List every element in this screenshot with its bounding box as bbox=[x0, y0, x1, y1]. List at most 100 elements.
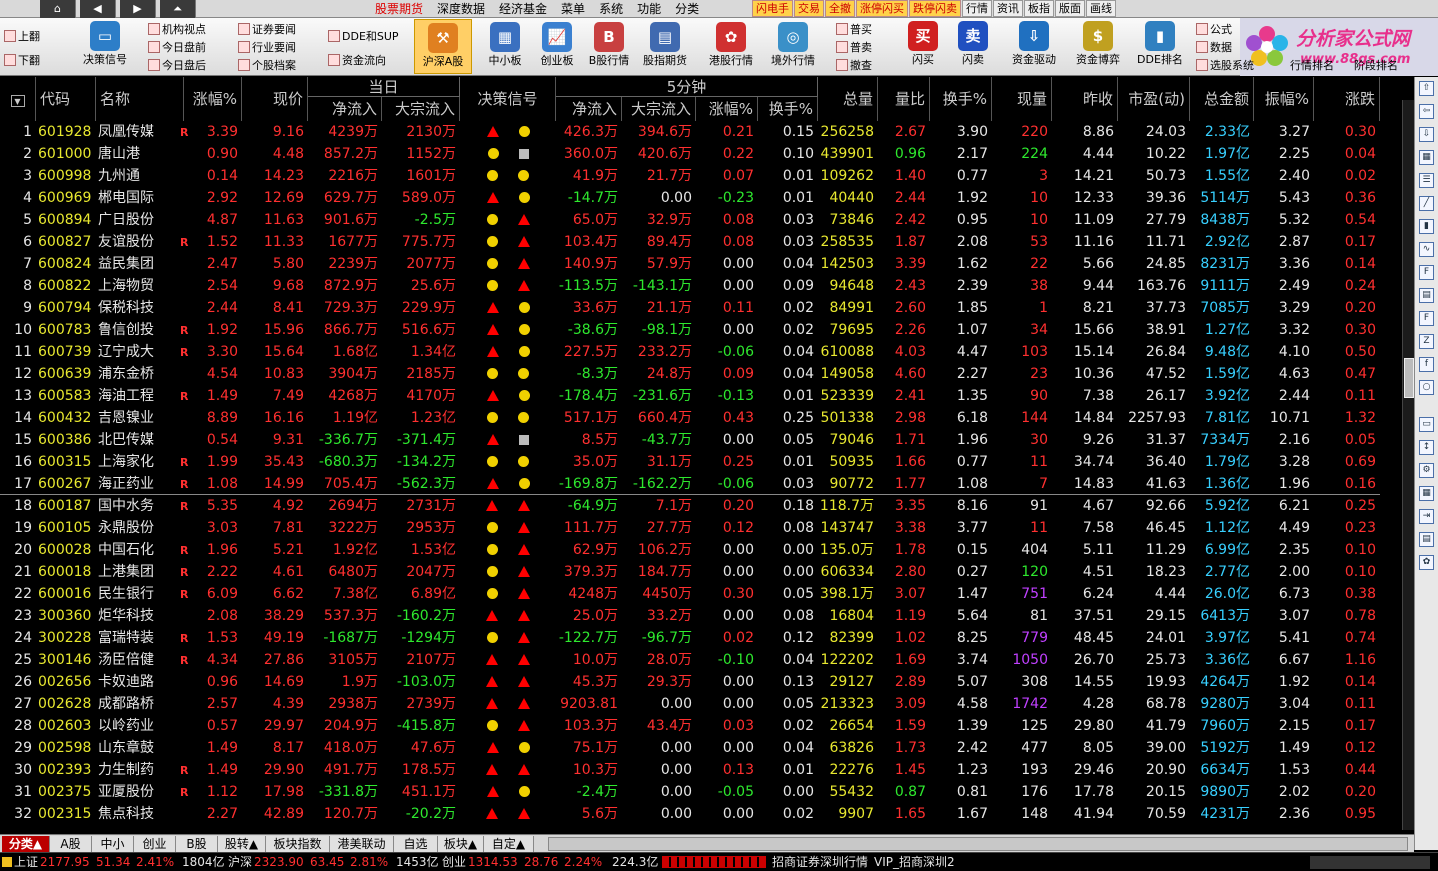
help-icon[interactable]: ✿ bbox=[1419, 555, 1434, 570]
tab-6[interactable]: 板块指数 bbox=[266, 836, 330, 852]
trend-icon[interactable]: ∿ bbox=[1419, 242, 1434, 257]
flow-link-0[interactable]: DDE和SUP bbox=[328, 28, 399, 45]
forward-icon[interactable]: ▶ bbox=[120, 0, 156, 18]
news-link-2[interactable]: 今日盘后 bbox=[148, 57, 206, 74]
board-button-5[interactable]: ✿ 港股行情 bbox=[702, 19, 760, 74]
table-row[interactable]: 9 600794 保税科技 2.44 8.41 729.3万 229.9万 33.6万 21.1… bbox=[0, 297, 1400, 319]
report-icon[interactable]: ▤ bbox=[1419, 288, 1434, 303]
trade-link-2[interactable]: 撤查 bbox=[836, 57, 872, 74]
tab-4[interactable]: B股 bbox=[176, 836, 218, 852]
tab-10[interactable]: 自定▲ bbox=[484, 836, 534, 852]
column-header-18[interactable]: 振幅% bbox=[1254, 77, 1314, 121]
up-icon[interactable]: ⏶ bbox=[160, 0, 196, 18]
table-row[interactable]: 6 600827 友谊股份 R 1.52 11.33 1677万 775.7万 103.4万 89… bbox=[0, 231, 1400, 253]
tab-3[interactable]: 创业 bbox=[134, 836, 176, 852]
flow-link-1[interactable]: 资金流向 bbox=[328, 52, 386, 69]
table-row[interactable]: 1 601928 凤凰传媒 R 3.39 9.16 4239万 2130万 426.3万 394.… bbox=[0, 121, 1400, 143]
up-arrow-icon[interactable]: ⇧ bbox=[1419, 81, 1434, 96]
table-row[interactable]: 28 002603 以岭药业 0.57 29.97 204.9万 -415.8万 103.3万… bbox=[0, 715, 1400, 737]
candle-icon[interactable]: ▮ bbox=[1419, 219, 1434, 234]
menu-item-2[interactable]: 经济基金 bbox=[492, 0, 554, 18]
quick-button-0[interactable]: 闪电手 bbox=[752, 0, 793, 17]
menu-item-0[interactable]: 股票期货 bbox=[368, 0, 430, 18]
rank-link-1[interactable]: 阶段排名 bbox=[1354, 57, 1398, 74]
trade-link-1[interactable]: 普卖 bbox=[836, 39, 872, 56]
quick-button-8[interactable]: 版面 bbox=[1055, 0, 1085, 17]
menu-item-6[interactable]: 分类 bbox=[668, 0, 706, 18]
quick-button-7[interactable]: 板指 bbox=[1024, 0, 1054, 17]
fundamentals-icon[interactable]: F bbox=[1419, 265, 1434, 280]
table-row[interactable]: 23 300360 炬华科技 2.08 38.29 537.3万 -160.2万 25.0万 3… bbox=[0, 605, 1400, 627]
column-header-2[interactable]: 涨幅% bbox=[184, 77, 242, 121]
table-row[interactable]: 29 002598 山东章鼓 1.49 8.17 418.0万 47.6万 75.1万 0.00… bbox=[0, 737, 1400, 759]
trade-link-0[interactable]: 普买 bbox=[836, 21, 872, 38]
quick-button-9[interactable]: 画线 bbox=[1086, 0, 1116, 17]
list-icon[interactable]: ☰ bbox=[1419, 173, 1434, 188]
menu-item-1[interactable]: 深度数据 bbox=[430, 0, 492, 18]
table-row[interactable]: 27 002628 成都路桥 2.57 4.39 2938万 2739万 9203.81 0.0… bbox=[0, 693, 1400, 715]
table-row[interactable]: 24 300228 富瑞特装 R 1.53 49.19 -1687万 -1294万 -122.7… bbox=[0, 627, 1400, 649]
column-header-17[interactable]: 总金额 bbox=[1190, 77, 1254, 121]
column-header-1[interactable]: 名称 bbox=[96, 77, 184, 121]
system-link-0[interactable]: 公式 bbox=[1196, 21, 1232, 38]
news-link-0[interactable]: 机构视点 bbox=[148, 21, 206, 38]
column-header-6[interactable]: 决策信号 bbox=[460, 77, 556, 121]
column-header-7[interactable]: 净流入 bbox=[556, 97, 622, 121]
industry-link-0[interactable]: 证券要闻 bbox=[238, 21, 296, 38]
table-row[interactable]: 7 600824 益民集团 2.47 5.80 2239万 2077万 140.9万 57.9万… bbox=[0, 253, 1400, 275]
board-button-3[interactable]: B B股行情 bbox=[580, 19, 638, 74]
board-button-2[interactable]: 📈 创业板 bbox=[528, 19, 586, 74]
table-row[interactable]: 19 600105 永鼎股份 3.03 7.81 3222万 2953万 111.7万 27.7… bbox=[0, 517, 1400, 539]
table-row[interactable]: 14 600432 吉恩镍业 8.89 16.16 1.19亿 1.23亿 517.1万 660… bbox=[0, 407, 1400, 429]
board-button-6[interactable]: ◎ 境外行情 bbox=[764, 19, 822, 74]
table-row[interactable]: 25 300146 汤臣倍健 R 4.34 27.86 3105万 2107万 10.0万 28.… bbox=[0, 649, 1400, 671]
tab-1[interactable]: A股 bbox=[50, 836, 92, 852]
decision-signal-button[interactable]: ▭ 决策信号 bbox=[76, 18, 134, 66]
column-header-14[interactable]: 现量 bbox=[992, 77, 1052, 121]
board-button-0[interactable]: ⚒ 沪深A股 bbox=[414, 19, 472, 74]
tab-7[interactable]: 港美联动 bbox=[330, 836, 394, 852]
menu-item-4[interactable]: 系统 bbox=[592, 0, 630, 18]
fz-icon[interactable]: Z bbox=[1419, 334, 1434, 349]
quick-button-5[interactable]: 行情 bbox=[962, 0, 992, 17]
sort-icon[interactable]: ↕ bbox=[1419, 440, 1434, 455]
table-row[interactable]: 2 601000 唐山港 0.90 4.48 857.2万 1152万 360.0万 420.6… bbox=[0, 143, 1400, 165]
table-row[interactable]: 3 600998 九州通 0.14 14.23 2216万 1601万 41.9万 21.7万 0… bbox=[0, 165, 1400, 187]
menu-item-5[interactable]: 功能 bbox=[630, 0, 668, 18]
scrollbar-thumb[interactable] bbox=[1404, 358, 1414, 398]
vertical-scrollbar[interactable] bbox=[1402, 100, 1414, 830]
industry-link-2[interactable]: 个股档案 bbox=[238, 57, 296, 74]
table-row[interactable]: 4 600969 郴电国际 2.92 12.69 629.7万 589.0万 -14.7万 0.… bbox=[0, 187, 1400, 209]
rank-link-0[interactable]: 行情排名 bbox=[1290, 57, 1334, 74]
flash-button-0[interactable]: 买闪买 bbox=[900, 18, 946, 66]
quick-button-4[interactable]: 跌停闪卖 bbox=[909, 0, 961, 17]
quick-button-1[interactable]: 交易 bbox=[794, 0, 824, 17]
left-arrow-icon[interactable]: ⇦ bbox=[1419, 104, 1434, 119]
calendar-icon[interactable]: ▦ bbox=[1419, 486, 1434, 501]
tab-5[interactable]: 股转▲ bbox=[218, 836, 266, 852]
table-row[interactable]: 21 600018 上港集团 R 2.22 4.61 6480万 2047万 379.3万 184… bbox=[0, 561, 1400, 583]
board-button-1[interactable]: ▦ 中小板 bbox=[476, 19, 534, 74]
column-header-9[interactable]: 涨幅% bbox=[696, 97, 758, 121]
down-arrow-icon[interactable]: ⇩ bbox=[1419, 127, 1434, 142]
column-header-15[interactable]: 昨收 bbox=[1052, 77, 1118, 121]
page-up-button[interactable]: 上翻 bbox=[4, 28, 40, 45]
column-header-3[interactable]: 现价 bbox=[242, 77, 308, 121]
table-row[interactable]: 26 002656 卡奴迪路 0.96 14.69 1.9万 -103.0万 45.3万 29.… bbox=[0, 671, 1400, 693]
circle-icon[interactable]: ○ bbox=[1419, 380, 1434, 395]
column-header-4[interactable]: 净流入 bbox=[308, 97, 382, 121]
column-header-10[interactable]: 换手% bbox=[758, 97, 818, 121]
news-link-1[interactable]: 今日盘前 bbox=[148, 39, 206, 56]
horizontal-scrollbar[interactable] bbox=[548, 837, 1408, 851]
page-down-button[interactable]: 下翻 bbox=[4, 52, 40, 69]
column-header-12[interactable]: 量比 bbox=[878, 77, 930, 121]
table-row[interactable]: 11 600739 辽宁成大 R 3.30 15.64 1.68亿 1.34亿 227.5万 23… bbox=[0, 341, 1400, 363]
table-row[interactable]: 22 600016 民生银行 R 6.09 6.62 7.38亿 6.89亿 4248万 4450… bbox=[0, 583, 1400, 605]
f10-icon[interactable]: F bbox=[1419, 311, 1434, 326]
table-row[interactable]: 8 600822 上海物贸 2.54 9.68 872.9万 25.6万 -113.5万 -14… bbox=[0, 275, 1400, 297]
table-row[interactable]: 10 600783 鲁信创投 R 1.92 15.96 866.7万 516.6万 -38.6万… bbox=[0, 319, 1400, 341]
column-header-5[interactable]: 大宗流入 bbox=[382, 97, 460, 121]
column-header-16[interactable]: 市盈(动) bbox=[1118, 77, 1190, 121]
system-link-1[interactable]: 数据 bbox=[1196, 39, 1232, 56]
select-all-dropdown[interactable]: ▼ bbox=[0, 77, 36, 121]
